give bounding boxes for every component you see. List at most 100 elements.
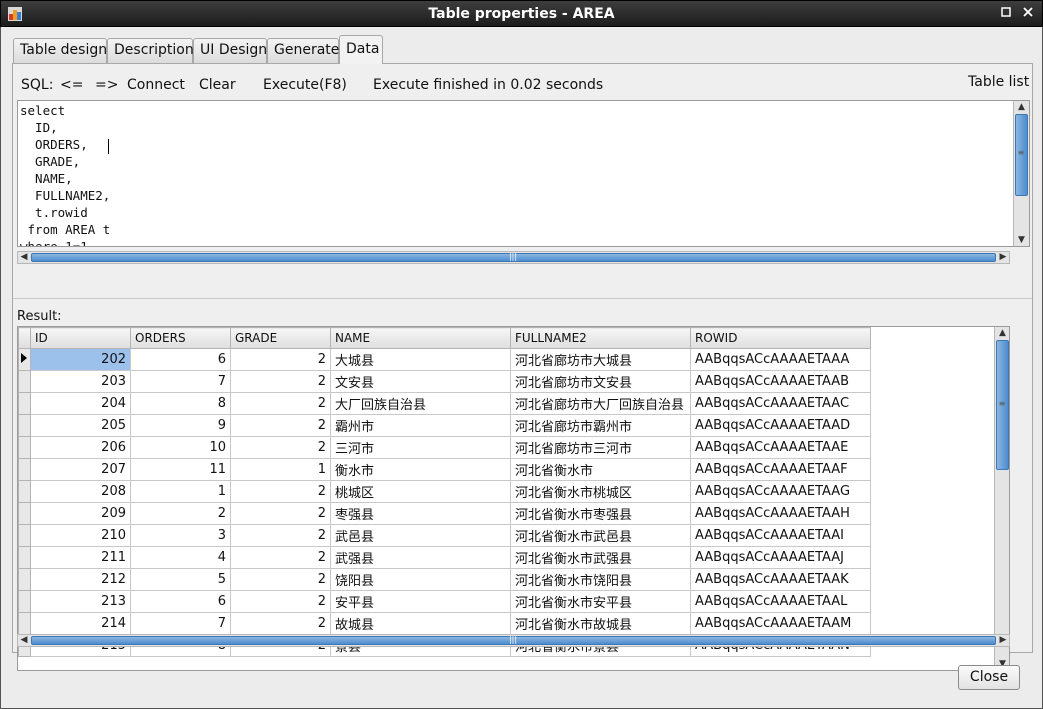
table-cell-orders[interactable]: 6: [130, 590, 231, 613]
table-row[interactable]: 207 11 1 衡水市 河北省衡水市 AABqqsACcAAAAETAAF: [18, 458, 871, 481]
table-cell-grade[interactable]: 2: [230, 348, 331, 371]
table-cell-rowid[interactable]: AABqqsACcAAAAETAAH: [690, 502, 871, 525]
table-cell-name[interactable]: 武邑县: [330, 524, 511, 547]
column-header-id[interactable]: ID: [30, 327, 131, 349]
row-indicator[interactable]: [18, 546, 31, 569]
tab-data[interactable]: Data: [339, 35, 383, 64]
table-cell-name[interactable]: 文安县: [330, 370, 511, 393]
row-indicator[interactable]: [18, 612, 31, 635]
table-cell-fullname2[interactable]: 河北省衡水市: [510, 458, 691, 481]
table-cell-rowid[interactable]: AABqqsACcAAAAETAAC: [690, 392, 871, 415]
table-cell-orders[interactable]: 4: [130, 546, 231, 569]
table-cell-rowid[interactable]: AABqqsACcAAAAETAAI: [690, 524, 871, 547]
table-cell-rowid[interactable]: AABqqsACcAAAAETAAD: [690, 414, 871, 437]
row-indicator[interactable]: [18, 568, 31, 591]
scroll-left-arrow-icon[interactable]: ◀: [18, 635, 30, 646]
table-cell-fullname2[interactable]: 河北省衡水市枣强县: [510, 502, 691, 525]
row-indicator[interactable]: [18, 502, 31, 525]
tab-description[interactable]: Description: [107, 38, 194, 63]
table-cell-grade[interactable]: 2: [230, 414, 331, 437]
column-header-fullname2[interactable]: FULLNAME2: [510, 327, 691, 349]
history-forward-button[interactable]: =>: [95, 77, 118, 93]
tab-generate[interactable]: Generate: [267, 38, 339, 63]
table-cell-grade[interactable]: 2: [230, 612, 331, 635]
table-cell-orders[interactable]: 10: [130, 436, 231, 459]
scroll-right-arrow-icon[interactable]: ▶: [997, 635, 1009, 646]
table-cell-name[interactable]: 枣强县: [330, 502, 511, 525]
table-cell-fullname2[interactable]: 河北省衡水市饶阳县: [510, 568, 691, 591]
table-row[interactable]: 203 7 2 文安县 河北省廊坊市文安县 AABqqsACcAAAAETAAB: [18, 370, 871, 393]
row-indicator[interactable]: [18, 392, 31, 415]
row-indicator[interactable]: [18, 348, 31, 371]
pane-splitter[interactable]: [13, 298, 1032, 304]
table-row[interactable]: 212 5 2 饶阳县 河北省衡水市饶阳县 AABqqsACcAAAAETAAK: [18, 568, 871, 591]
tab-ui-design[interactable]: UI Design: [193, 38, 267, 63]
table-row[interactable]: 205 9 2 霸州市 河北省廊坊市霸州市 AABqqsACcAAAAETAAD: [18, 414, 871, 437]
table-cell-fullname2[interactable]: 河北省廊坊市三河市: [510, 436, 691, 459]
table-cell-id[interactable]: 203: [30, 370, 131, 393]
table-cell-orders[interactable]: 7: [130, 370, 231, 393]
table-cell-grade[interactable]: 2: [230, 436, 331, 459]
row-indicator[interactable]: [18, 480, 31, 503]
table-cell-id[interactable]: 212: [30, 568, 131, 591]
grid-vertical-scrollbar[interactable]: ▲ ≡ ▼: [994, 327, 1009, 670]
table-cell-fullname2[interactable]: 河北省衡水市安平县: [510, 590, 691, 613]
table-cell-rowid[interactable]: AABqqsACcAAAAETAAA: [690, 348, 871, 371]
table-cell-name[interactable]: 衡水市: [330, 458, 511, 481]
table-cell-fullname2[interactable]: 河北省廊坊市霸州市: [510, 414, 691, 437]
table-row[interactable]: 206 10 2 三河市 河北省廊坊市三河市 AABqqsACcAAAAETAAE: [18, 436, 871, 459]
table-cell-id[interactable]: 211: [30, 546, 131, 569]
table-cell-id[interactable]: 209: [30, 502, 131, 525]
table-cell-fullname2[interactable]: 河北省廊坊市大城县: [510, 348, 691, 371]
table-cell-name[interactable]: 故城县: [330, 612, 511, 635]
table-cell-name[interactable]: 霸州市: [330, 414, 511, 437]
table-row[interactable]: 208 1 2 桃城区 河北省衡水市桃城区 AABqqsACcAAAAETAAG: [18, 480, 871, 503]
table-cell-id[interactable]: 204: [30, 392, 131, 415]
clear-button[interactable]: Clear: [199, 77, 236, 93]
table-cell-fullname2[interactable]: 河北省廊坊市大厂回族自治县: [510, 392, 691, 415]
scroll-up-arrow-icon[interactable]: ▲: [1014, 101, 1029, 113]
history-back-button[interactable]: <=: [60, 77, 83, 93]
table-cell-orders[interactable]: 8: [130, 392, 231, 415]
table-cell-grade[interactable]: 2: [230, 546, 331, 569]
table-cell-id[interactable]: 214: [30, 612, 131, 635]
result-grid[interactable]: ID ORDERS GRADE NAME FULLNAME2 ROWID 202…: [17, 326, 1010, 671]
table-cell-name[interactable]: 桃城区: [330, 480, 511, 503]
row-indicator[interactable]: [18, 524, 31, 547]
table-cell-id[interactable]: 202: [30, 348, 131, 371]
connect-button[interactable]: Connect: [127, 77, 185, 93]
sql-editor[interactable]: select ID, ORDERS, GRADE, NAME, FULLNAME…: [17, 100, 1030, 247]
table-cell-fullname2[interactable]: 河北省衡水市桃城区: [510, 480, 691, 503]
close-x-icon[interactable]: [1020, 6, 1036, 22]
tab-table-design[interactable]: Table design: [13, 38, 107, 63]
table-cell-orders[interactable]: 3: [130, 524, 231, 547]
table-cell-rowid[interactable]: AABqqsACcAAAAETAAB: [690, 370, 871, 393]
table-cell-rowid[interactable]: AABqqsACcAAAAETAAG: [690, 480, 871, 503]
table-cell-rowid[interactable]: AABqqsACcAAAAETAAE: [690, 436, 871, 459]
table-cell-rowid[interactable]: AABqqsACcAAAAETAAF: [690, 458, 871, 481]
table-cell-id[interactable]: 205: [30, 414, 131, 437]
row-indicator[interactable]: [18, 458, 31, 481]
table-cell-name[interactable]: 安平县: [330, 590, 511, 613]
scroll-left-arrow-icon[interactable]: ◀: [18, 252, 30, 263]
scroll-right-arrow-icon[interactable]: ▶: [997, 252, 1009, 263]
editor-horizontal-scrollbar[interactable]: ◀ ||| ▶: [17, 251, 1010, 264]
column-header-orders[interactable]: ORDERS: [130, 327, 231, 349]
table-cell-name[interactable]: 武强县: [330, 546, 511, 569]
table-cell-name[interactable]: 大厂回族自治县: [330, 392, 511, 415]
table-row[interactable]: 213 6 2 安平县 河北省衡水市安平县 AABqqsACcAAAAETAAL: [18, 590, 871, 613]
minimize-icon[interactable]: [998, 6, 1014, 22]
table-row[interactable]: 214 7 2 故城县 河北省衡水市故城县 AABqqsACcAAAAETAAM: [18, 612, 871, 635]
execute-button[interactable]: Execute(F8): [263, 77, 347, 93]
table-row[interactable]: 210 3 2 武邑县 河北省衡水市武邑县 AABqqsACcAAAAETAAI: [18, 524, 871, 547]
scroll-down-arrow-icon[interactable]: ▼: [1014, 234, 1029, 246]
table-cell-grade[interactable]: 2: [230, 480, 331, 503]
table-cell-orders[interactable]: 5: [130, 568, 231, 591]
table-cell-fullname2[interactable]: 河北省衡水市武强县: [510, 546, 691, 569]
close-button[interactable]: Close: [958, 665, 1020, 690]
column-header-name[interactable]: NAME: [330, 327, 511, 349]
row-indicator[interactable]: [18, 370, 31, 393]
table-cell-name[interactable]: 饶阳县: [330, 568, 511, 591]
table-cell-name[interactable]: 大城县: [330, 348, 511, 371]
table-cell-grade[interactable]: 2: [230, 524, 331, 547]
